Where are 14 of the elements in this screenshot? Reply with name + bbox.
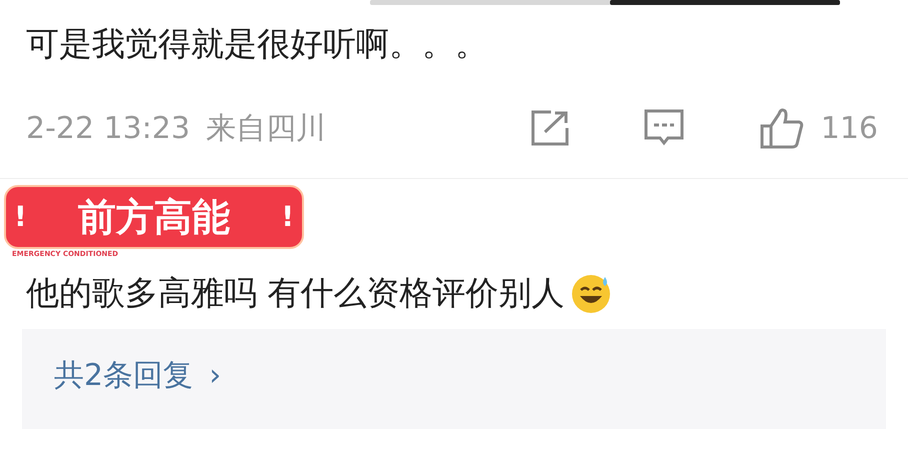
thumbs-up-icon — [758, 106, 805, 150]
share-icon — [528, 108, 571, 148]
comment-time: 2-22 13:23 — [26, 110, 190, 148]
comment-button[interactable] — [642, 108, 685, 148]
sticker-title: 前方高能 — [78, 194, 230, 240]
view-replies-link[interactable]: 共2条回复 › — [54, 353, 222, 398]
comment-text: 他的歌多高雅吗 有什么资格评价别人 — [26, 272, 564, 314]
comment-location: 来自四川 — [206, 110, 326, 148]
comment-text: 可是我觉得就是很好听啊。。。 — [26, 23, 489, 65]
exclamation-mark: ! — [281, 199, 294, 235]
comment-icon — [642, 108, 685, 148]
share-button[interactable] — [528, 108, 571, 148]
like-button[interactable]: 116 — [758, 106, 878, 150]
exclamation-mark: ! — [14, 199, 27, 235]
